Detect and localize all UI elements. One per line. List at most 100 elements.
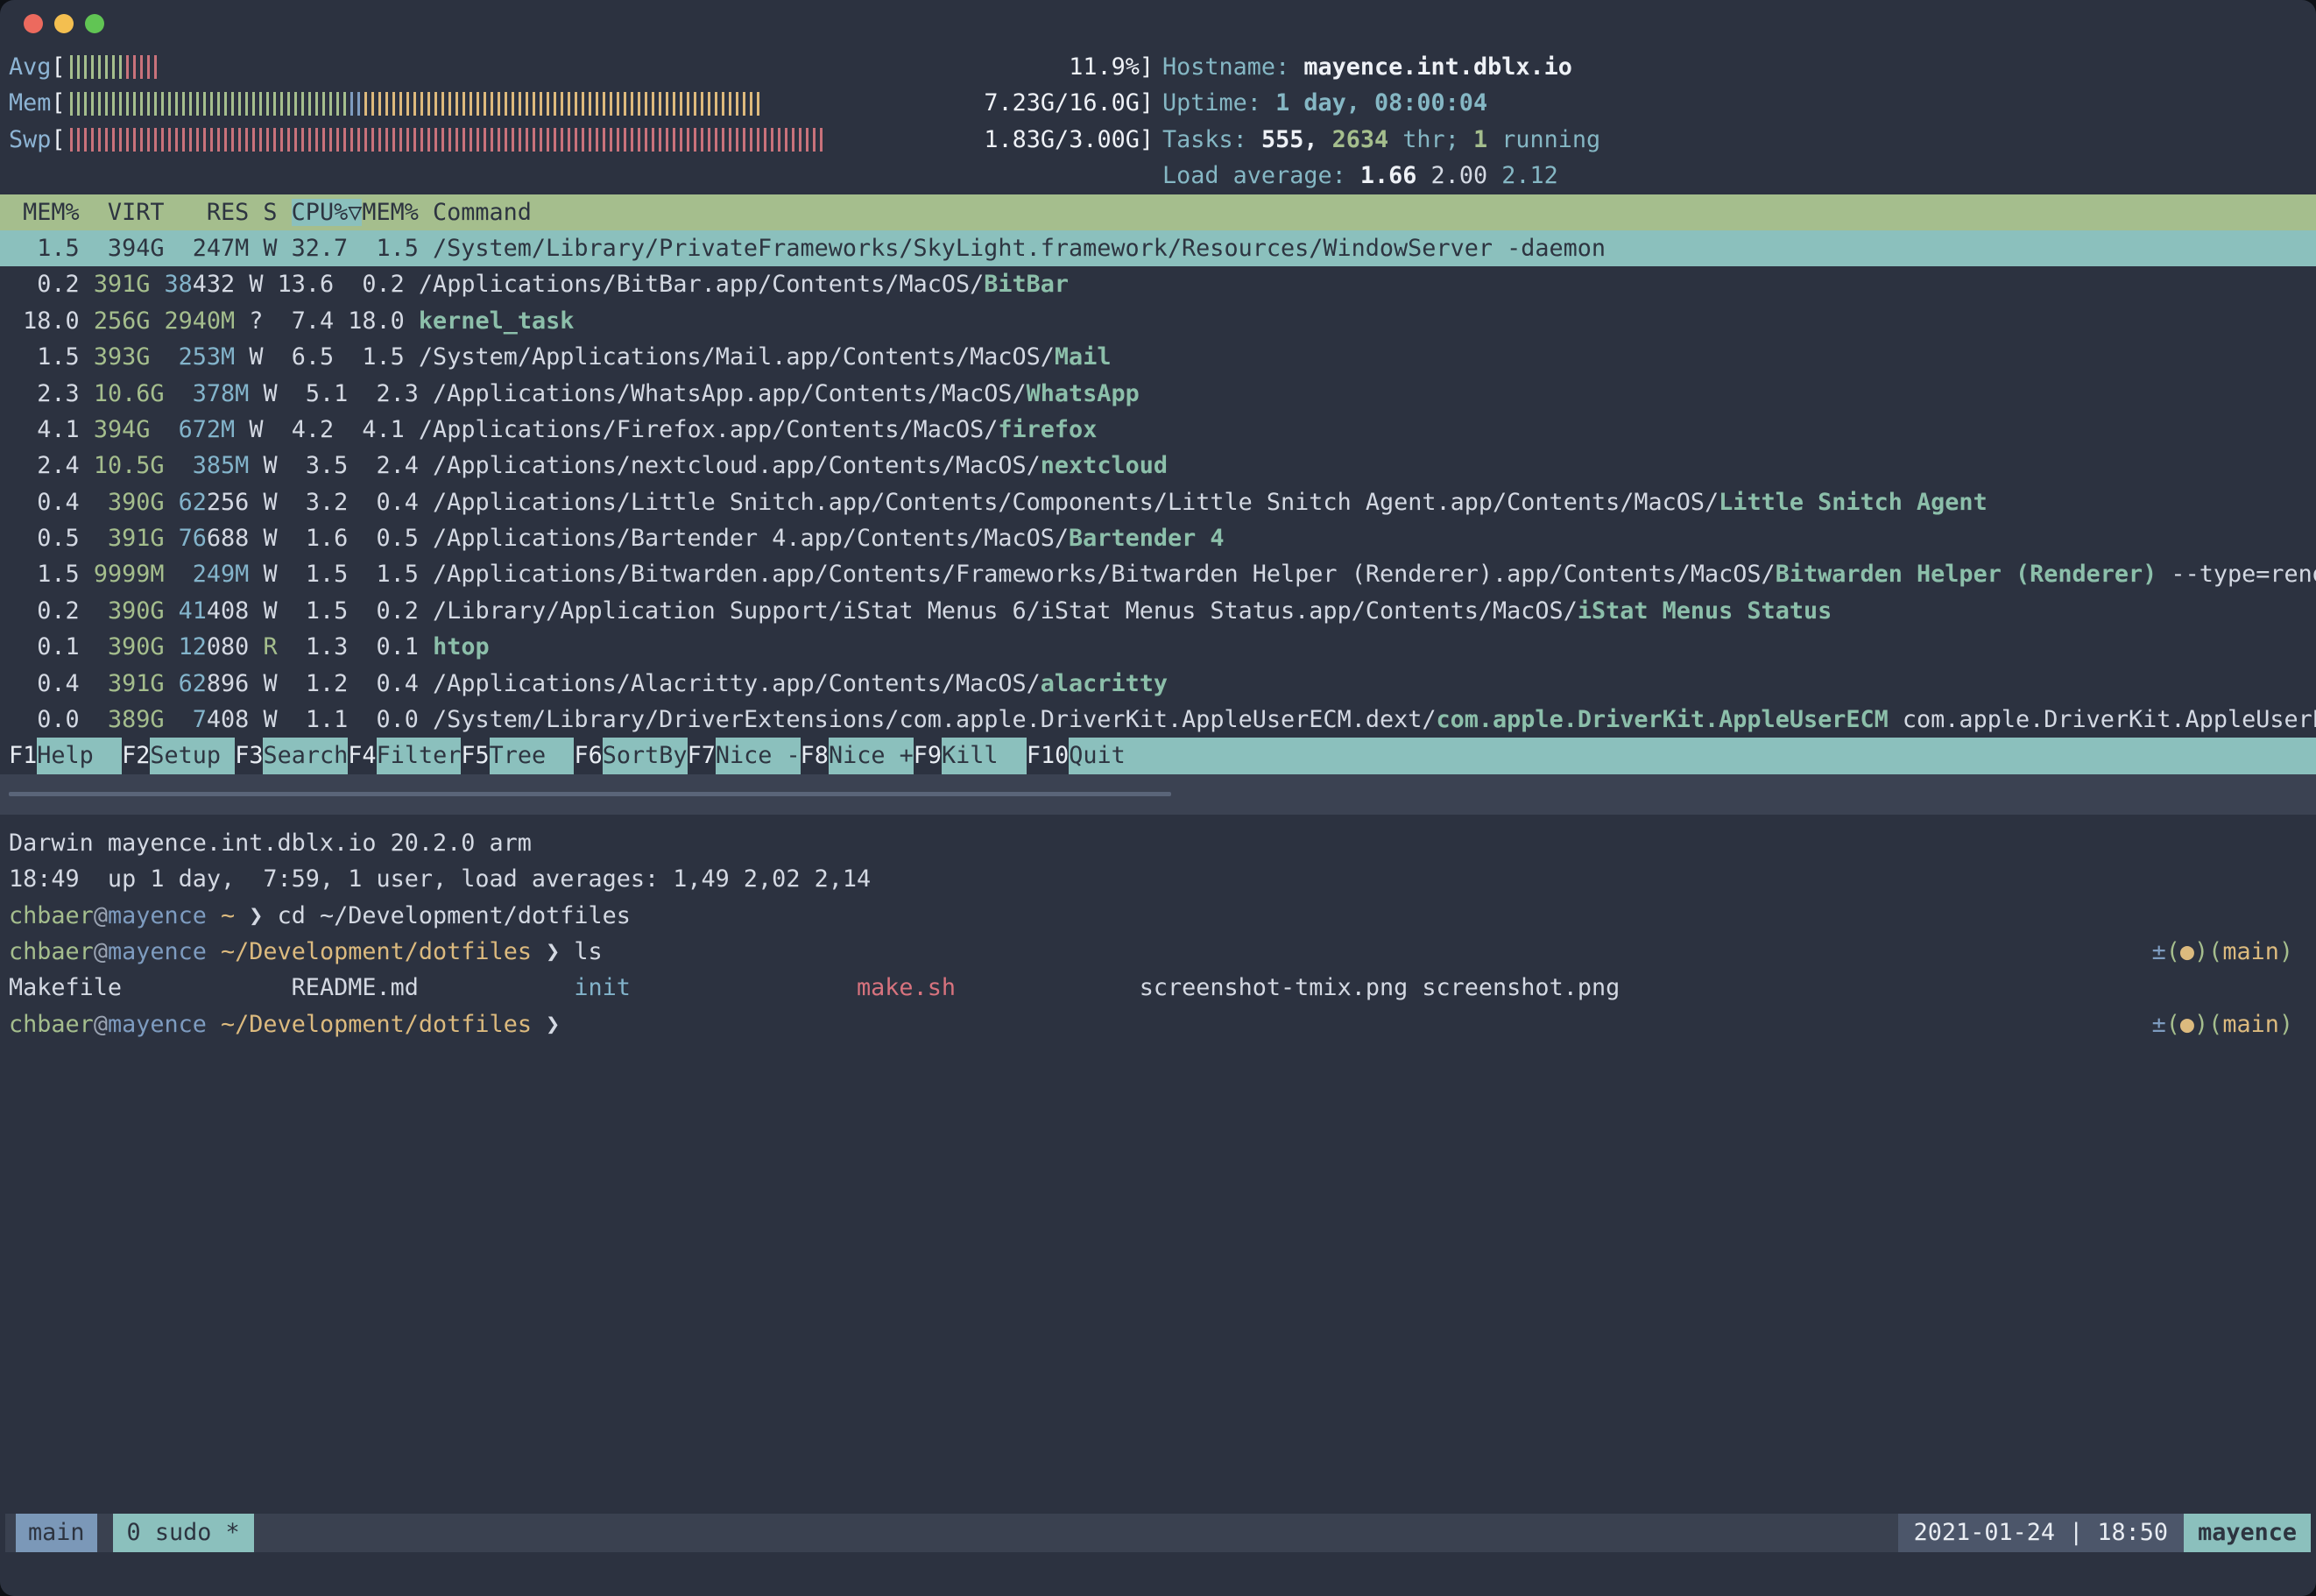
meter-bar — [448, 92, 451, 116]
text-segment: 1 — [1473, 126, 1487, 153]
text-segment: CPU%▽ — [292, 199, 363, 226]
meter-bar — [154, 55, 157, 79]
meter-bar — [764, 128, 766, 152]
tmux-session-name[interactable]: main — [16, 1514, 97, 1552]
meter-bar — [813, 128, 816, 152]
meter-bar — [112, 128, 115, 152]
pane-separator-line — [9, 792, 1171, 796]
meter-bar — [708, 128, 710, 152]
process-row[interactable]: 0.4 390G 62256 W 3.2 0.4 /Applications/L… — [0, 484, 2316, 520]
process-row[interactable]: 0.0 389G 7408 W 1.1 0.0 /System/Library/… — [0, 702, 2316, 738]
meter-bar — [603, 128, 605, 152]
text-segment: 12 — [179, 633, 207, 660]
text-segment: chbaer — [9, 1011, 94, 1038]
fkey-action-nice-[interactable]: Nice - — [716, 738, 801, 773]
text-segment: 38 — [165, 271, 193, 298]
text-segment: cd ~/Development/dotfiles — [263, 902, 630, 929]
fkey-action-tree[interactable]: Tree — [490, 738, 575, 773]
meter-bar — [526, 128, 528, 152]
process-row[interactable]: 18.0 256G 2940M ? 7.4 18.0 kernel_task — [0, 303, 2316, 339]
process-row[interactable]: 0.5 391G 76688 W 1.6 0.5 /Applications/B… — [0, 520, 2316, 556]
fkey-label: F5 — [461, 738, 489, 773]
process-row[interactable]: 1.5 9999M 249M W 1.5 1.5 /Applications/B… — [0, 556, 2316, 592]
text-segment: main — [2222, 1011, 2279, 1038]
text-segment: 672M — [179, 416, 236, 443]
close-button[interactable] — [24, 14, 43, 33]
text-segment: 1.5 — [9, 561, 94, 588]
text-segment: ) — [2279, 1011, 2293, 1038]
process-row[interactable]: 2.4 10.5G 385M W 3.5 2.4 /Applications/n… — [0, 448, 2316, 484]
meter-bar — [91, 128, 94, 152]
process-row[interactable]: 0.4 391G 62896 W 1.2 0.4 /Applications/A… — [0, 666, 2316, 702]
tmux-window-tab[interactable]: 0 sudo * — [113, 1514, 254, 1552]
htop-header-meters: Avg[11.9%]Hostname: mayence.int.dblx.ioM… — [0, 49, 2316, 194]
meter-bar — [455, 92, 458, 116]
meter-bars — [66, 49, 1070, 85]
text-segment: W 1.2 0.4 — [249, 670, 433, 697]
meter-bar — [645, 128, 647, 152]
fkey-action-help[interactable]: Help — [37, 738, 122, 773]
meter-bar — [659, 92, 661, 116]
fkey-label: F1 — [9, 738, 37, 773]
text-segment: 378M — [193, 380, 250, 407]
fkey-action-quit[interactable]: Quit — [1069, 738, 1126, 773]
text-segment — [249, 633, 263, 660]
meter-bar — [280, 128, 283, 152]
meter-bar — [210, 92, 213, 116]
text-segment: @ — [94, 938, 108, 965]
text-segment — [164, 452, 192, 479]
text-segment: /Applications/Little Snitch.app/Contents… — [433, 489, 1719, 516]
fkey-action-kill[interactable]: Kill — [942, 738, 1027, 773]
text-segment: 0.4 — [9, 670, 108, 697]
meter-bar — [392, 92, 395, 116]
text-segment: ] — [1140, 122, 1154, 158]
fkey-action-search[interactable]: Search — [263, 738, 348, 773]
process-row[interactable]: 0.1 390G 12080 R 1.3 0.1 htop — [0, 629, 2316, 665]
meter-bar — [238, 128, 241, 152]
meter-bar — [505, 128, 507, 152]
meter-bar — [98, 55, 101, 79]
process-row[interactable]: 0.2 391G 38432 W 13.6 0.2 /Applications/… — [0, 266, 2316, 302]
meter-bar — [596, 92, 598, 116]
text-segment: Tasks: — [1162, 126, 1261, 153]
text-segment: W 5.1 2.3 — [249, 380, 433, 407]
text-segment: 080 — [207, 633, 249, 660]
text-segment: @ — [94, 1011, 108, 1038]
process-row[interactable]: 0.2 390G 41408 W 1.5 0.2 /Library/Applic… — [0, 593, 2316, 629]
fkey-action-nice-[interactable]: Nice + — [829, 738, 914, 773]
fkey-label: F10 — [1027, 738, 1069, 773]
text-segment — [164, 380, 192, 407]
meter-bar — [455, 128, 458, 152]
meter-bar — [70, 92, 73, 116]
meter-bar — [722, 92, 724, 116]
text-segment: 1.66 — [1360, 162, 1431, 189]
minimize-button[interactable] — [54, 14, 74, 33]
process-row[interactable]: 1.5 394G 247M W 32.7 1.5 /System/Library… — [0, 230, 2316, 266]
meter-bar — [799, 128, 801, 152]
git-status: ±(●)(main) — [2152, 934, 2293, 970]
meter-bar — [680, 92, 682, 116]
avg-meter: Avg[11.9%] — [9, 49, 1154, 85]
meter-bar — [470, 128, 472, 152]
fkey-action-setup[interactable]: Setup — [150, 738, 235, 773]
htop-column-header[interactable]: MEM% VIRT RES S CPU%▽MEM% Command — [0, 194, 2316, 230]
text-segment — [164, 633, 178, 660]
meter-bar — [322, 92, 325, 116]
text-segment: ( — [2166, 938, 2180, 965]
process-row[interactable]: 4.1 394G 672M W 4.2 4.1 /Applications/Fi… — [0, 412, 2316, 448]
fkey-label: F8 — [801, 738, 829, 773]
fkey-action-filter[interactable]: Filter — [377, 738, 462, 773]
meter-bar — [561, 128, 563, 152]
text-segment: com.apple.DriverKit.AppleUserE — [1889, 706, 2316, 733]
text-segment: Swp — [9, 122, 51, 158]
meter-bar — [484, 92, 486, 116]
fkey-action-sortby[interactable]: SortBy — [603, 738, 688, 773]
zoom-button[interactable] — [85, 14, 104, 33]
meter-bar — [70, 55, 73, 79]
process-row[interactable]: 2.3 10.6G 378M W 5.1 2.3 /Applications/W… — [0, 376, 2316, 412]
pane-separator[interactable] — [0, 774, 2316, 815]
meter-bar — [105, 92, 108, 116]
process-row[interactable]: 1.5 393G 253M W 6.5 1.5 /System/Applicat… — [0, 339, 2316, 375]
window-titlebar[interactable] — [0, 0, 2316, 49]
meter-bar — [378, 128, 381, 152]
